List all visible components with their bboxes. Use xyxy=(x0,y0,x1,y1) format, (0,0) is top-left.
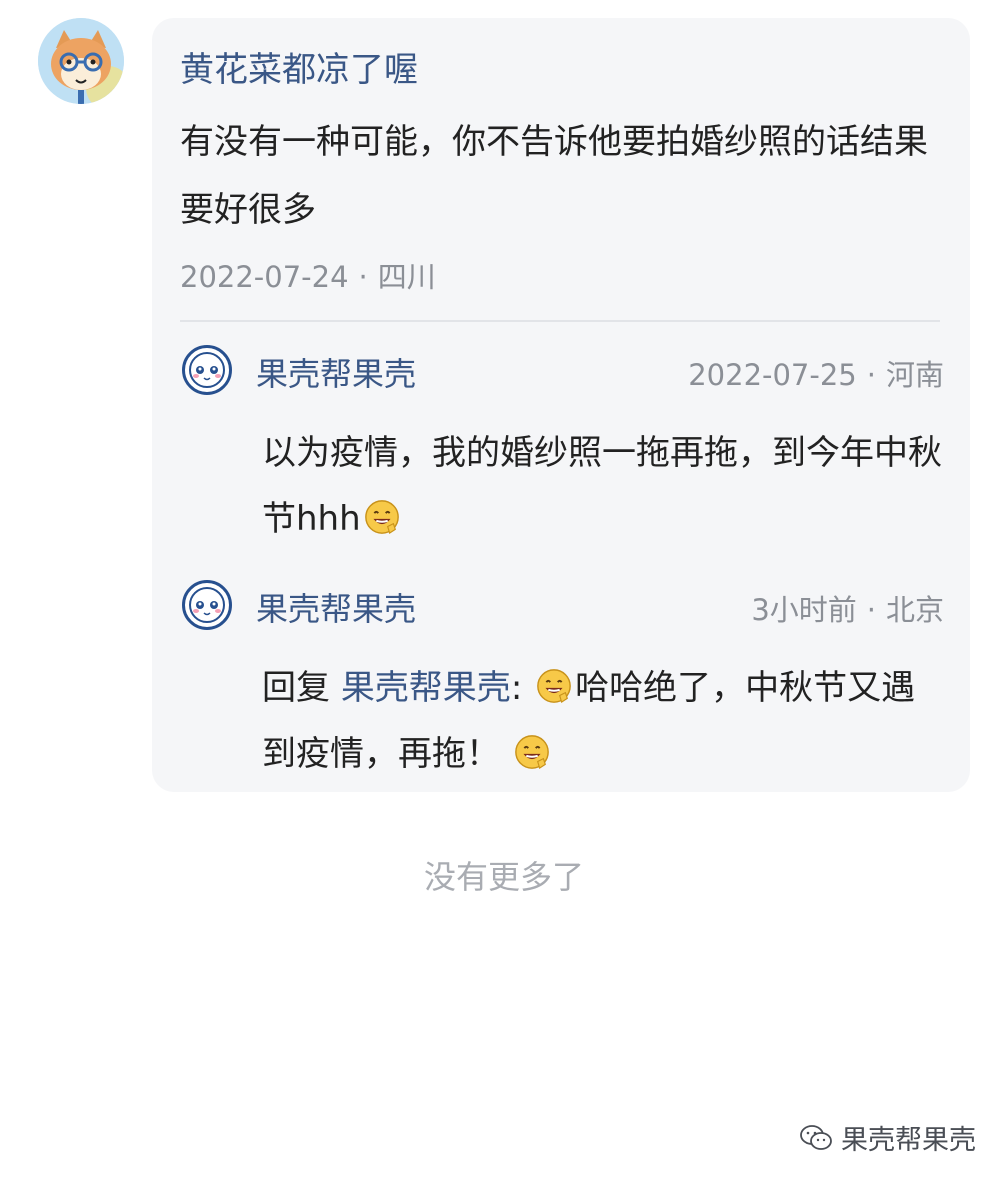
reply-author-name[interactable]: 果壳帮果壳 xyxy=(256,349,416,395)
watermark-label: 果壳帮果壳 xyxy=(841,1125,976,1156)
divider xyxy=(180,320,940,322)
comment-date: 2022-07-24 xyxy=(180,260,349,294)
reply-date: 2022-07-25 xyxy=(688,358,857,392)
wechat-icon xyxy=(800,1124,832,1150)
reply-date: 3小时前 xyxy=(751,593,857,627)
meta-separator: · xyxy=(358,260,368,294)
comment-text: 有没有一种可能，你不告诉他要拍婚纱照的话结果要好很多 xyxy=(180,122,928,230)
comment-location: 四川 xyxy=(377,260,436,294)
comment-author-name[interactable]: 黄花菜都凉了喔 xyxy=(180,42,418,91)
grin-emoji-icon xyxy=(364,500,399,535)
watermark: 果壳帮果壳 xyxy=(799,1118,976,1157)
no-more-text: 没有更多了 xyxy=(423,858,584,896)
reply-location: 河南 xyxy=(885,358,944,392)
guokr-mascot-icon xyxy=(189,352,225,388)
meta-separator: · xyxy=(866,593,876,627)
reply-text: 以为疫情，我的婚纱照一拖再拖，到今年中秋节hhh xyxy=(262,420,942,552)
reply-author-name[interactable]: 果壳帮果壳 xyxy=(256,584,416,630)
avatar[interactable] xyxy=(38,18,124,104)
reply-meta: 3小时前 · 北京 xyxy=(751,587,944,629)
comment-meta: 2022-07-24 · 四川 xyxy=(180,254,436,296)
reply-prefix: 回复 xyxy=(262,668,330,708)
reply-text: 回复 果壳帮果壳: 哈哈绝了，中秋节又遇到疫情，再拖！ xyxy=(262,668,916,774)
reply-meta: 2022-07-25 · 河南 xyxy=(688,352,944,394)
reply-location: 北京 xyxy=(885,593,944,627)
grin-emoji-icon xyxy=(514,735,549,770)
reply-avatar[interactable] xyxy=(182,345,232,395)
guokr-mascot-icon xyxy=(189,587,225,623)
grin-emoji-icon xyxy=(537,669,571,704)
cartoon-fox-avatar-icon xyxy=(38,18,124,104)
meta-separator: · xyxy=(866,358,876,392)
reply-avatar[interactable] xyxy=(182,580,232,630)
mention-link[interactable]: 果壳帮果壳 xyxy=(341,668,511,708)
